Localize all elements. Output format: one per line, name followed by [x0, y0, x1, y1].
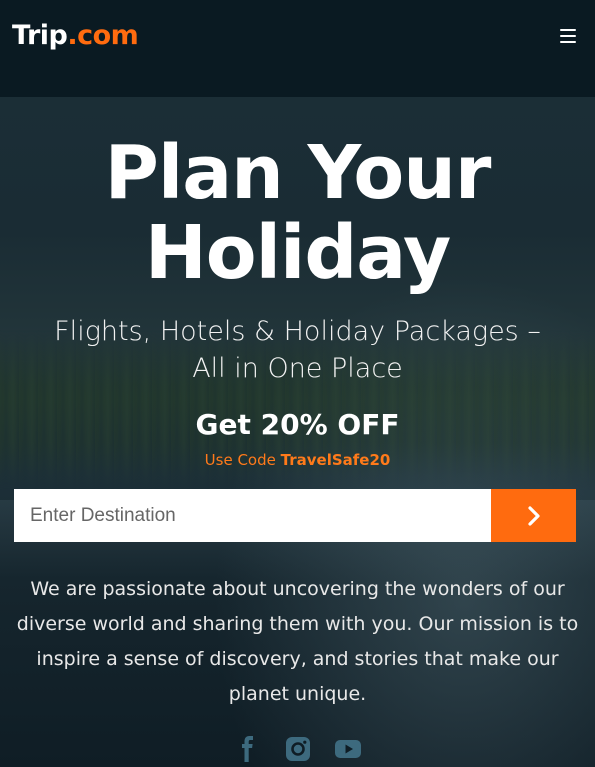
hero-subtitle-line-1: Flights, Hotels & Holiday Packages –	[54, 316, 541, 347]
destination-search-form	[14, 489, 576, 542]
offer-heading: Get 20% OFF	[195, 408, 400, 441]
chevron-right-icon	[527, 505, 540, 526]
logo-tld: .com	[67, 20, 139, 51]
logo-brand: Trip	[12, 20, 68, 51]
hero-title: Plan Your Holiday	[0, 133, 595, 293]
site-logo[interactable]: Trip.com	[12, 20, 139, 51]
hero-title-line-2: Holiday	[144, 210, 451, 296]
hero-title-line-1: Plan Your	[104, 130, 492, 216]
promo-code-line: Use Code TravelSafe20	[0, 451, 595, 469]
search-submit-button[interactable]	[491, 489, 576, 542]
hero-section: Plan Your Holiday Flights, Hotels & Holi…	[0, 0, 595, 767]
youtube-icon[interactable]	[334, 735, 362, 763]
instagram-icon[interactable]	[284, 735, 312, 763]
destination-input[interactable]	[14, 489, 491, 542]
promo-code: TravelSafe20	[280, 451, 391, 469]
social-links	[0, 735, 595, 767]
site-header: Trip.com	[0, 0, 595, 97]
promo-prefix: Use Code	[204, 451, 276, 469]
facebook-icon[interactable]	[234, 735, 262, 763]
hero-subtitle-line-2: All in One Place	[192, 353, 403, 384]
hero-subtitle: Flights, Hotels & Holiday Packages – All…	[0, 313, 595, 387]
hamburger-menu-icon[interactable]	[560, 29, 576, 43]
about-paragraph: We are passionate about uncovering the w…	[16, 578, 579, 705]
